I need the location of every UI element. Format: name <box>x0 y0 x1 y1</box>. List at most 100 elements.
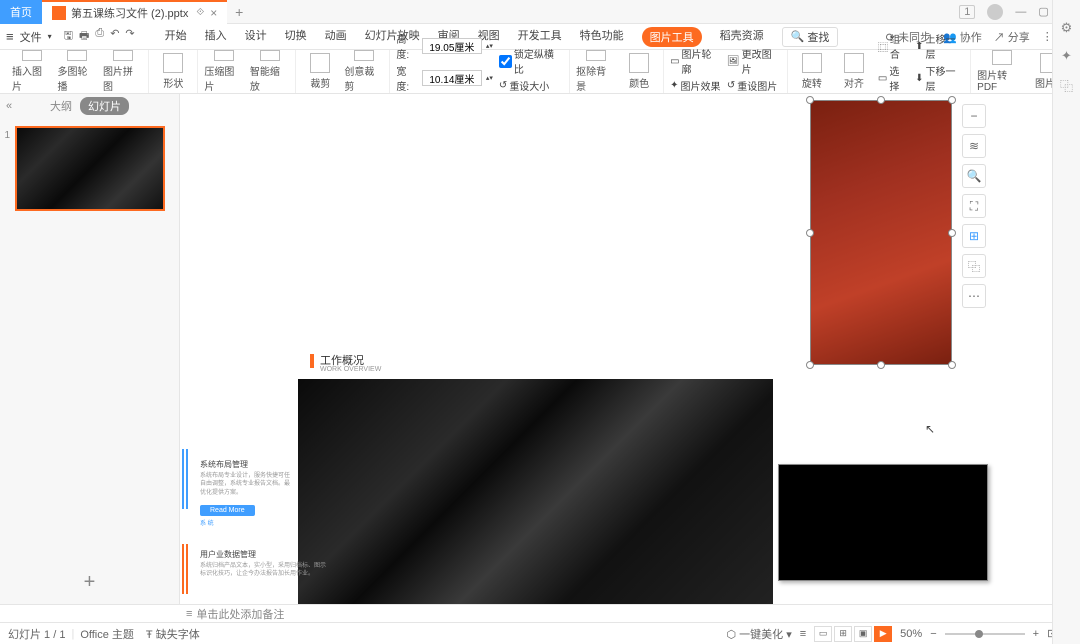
add-slide-button[interactable]: + <box>0 561 179 604</box>
bring-forward-button[interactable]: ⬆ 上移一层 <box>915 31 964 61</box>
handle-ml[interactable] <box>806 229 814 237</box>
width-input[interactable] <box>422 70 482 86</box>
insert-image-button[interactable]: 插入图片 <box>12 50 51 93</box>
handle-tl[interactable] <box>806 96 814 104</box>
add-tab-button[interactable]: + <box>227 4 251 20</box>
handle-tm[interactable] <box>877 96 885 104</box>
slides-tab[interactable]: 幻灯片 <box>80 97 129 115</box>
canvas[interactable]: − ≋ 🔍 ⛶ ⊞ ⿻ ⋯ 工作概况 WORK OVERVIEW 系统布局管理 … <box>180 94 1080 604</box>
tab-devtools[interactable]: 开发工具 <box>518 27 562 47</box>
ft-crop-icon[interactable]: ⛶ <box>962 194 986 218</box>
view-sorter-button[interactable]: ⊞ <box>834 626 852 642</box>
collapse-icon[interactable]: « <box>6 100 12 112</box>
undo-icon[interactable]: ↶ <box>110 27 119 46</box>
height-input[interactable] <box>422 38 482 54</box>
multi-image-button[interactable]: 多图轮播 <box>57 50 96 93</box>
handle-bm[interactable] <box>877 361 885 369</box>
height-stepper[interactable]: ▴▾ <box>486 42 493 50</box>
smart-zoom-button[interactable]: 智能缩放 <box>250 50 289 93</box>
zoom-out-button[interactable]: − <box>930 628 936 640</box>
menu-icon[interactable]: ≡ <box>800 628 806 640</box>
rail-copy-icon[interactable]: ⿻ <box>1058 76 1076 94</box>
image-to-pdf-button[interactable]: 图片转PDF <box>977 50 1026 93</box>
tab-design[interactable]: 设计 <box>245 27 267 47</box>
file-dropdown-icon[interactable]: ▾ <box>48 32 52 41</box>
collage-button[interactable]: 图片拼图 <box>103 50 142 93</box>
outline-button[interactable]: ▭ 图片轮廓 <box>670 46 721 76</box>
zoom-in-button[interactable]: + <box>1033 628 1039 640</box>
tab-transition[interactable]: 切换 <box>285 27 307 47</box>
tab-start[interactable]: 开始 <box>165 27 187 47</box>
share-label[interactable]: ↗ 分享 <box>994 29 1030 45</box>
tab-picture-tools[interactable]: 图片工具 <box>642 27 702 47</box>
ft-minus-button[interactable]: − <box>962 104 986 128</box>
save-icon[interactable]: 🖫 <box>64 27 73 46</box>
file-menu[interactable]: 文件 <box>20 29 42 45</box>
minimize-button[interactable]: — <box>1015 6 1026 18</box>
view-normal-button[interactable]: ▭ <box>814 626 832 642</box>
thumb-number: 1 <box>5 130 11 141</box>
hamburger-icon[interactable]: ≡ <box>6 29 14 44</box>
reset-size-button[interactable]: ↺ 重设大小 <box>499 78 563 93</box>
compress-button[interactable]: 压缩图片 <box>204 50 243 93</box>
tab-animation[interactable]: 动画 <box>325 27 347 47</box>
tab-insert[interactable]: 插入 <box>205 27 227 47</box>
ft-copy-icon[interactable]: ⿻ <box>962 254 986 278</box>
print-icon[interactable]: 🖶 <box>79 27 89 46</box>
ft-more-icon[interactable]: ⋯ <box>962 284 986 308</box>
rotate-button[interactable]: 旋转 <box>794 50 830 93</box>
pin-icon[interactable]: ⟐ <box>196 7 204 18</box>
crop-button[interactable]: 裁剪 <box>302 50 338 93</box>
outline-tab[interactable]: 大纲 <box>50 98 72 114</box>
rail-magic-icon[interactable]: ✦ <box>1058 48 1076 66</box>
ft-zoom-icon[interactable]: 🔍 <box>962 164 986 188</box>
maximize-button[interactable]: ▢ <box>1038 5 1048 18</box>
view-reading-button[interactable]: ▣ <box>854 626 872 642</box>
content-block-1[interactable]: 系统布局管理 系统布局专业设计，服务快捷可任 自由调整，系统专业报告文档。最 优… <box>200 459 290 527</box>
view-slideshow-button[interactable]: ▶ <box>874 626 892 642</box>
preview-overlay[interactable] <box>778 464 988 581</box>
preview-icon[interactable]: ⎙ <box>95 27 104 46</box>
reset-pic-button[interactable]: ↺ 重设图片 <box>727 78 781 93</box>
missing-font-label[interactable]: Ŧ 缺失字体 <box>146 626 200 642</box>
readmore-button[interactable]: Read More <box>200 505 255 516</box>
selected-image[interactable] <box>810 100 952 365</box>
lock-ratio-checkbox[interactable]: 锁定纵横比 <box>499 46 563 76</box>
creative-crop-button[interactable]: 创意裁剪 <box>344 50 383 93</box>
rail-settings-icon[interactable]: ⚙ <box>1058 20 1076 38</box>
zoom-slider[interactable] <box>945 633 1025 635</box>
notes-bar[interactable]: ≡ 单击此处添加备注 <box>0 604 1080 622</box>
search-button[interactable]: 🔍 查找 <box>782 27 839 47</box>
width-stepper[interactable]: ▴▾ <box>486 74 493 82</box>
slide-thumbnail-1[interactable]: 1 <box>15 126 165 211</box>
handle-mr[interactable] <box>948 229 956 237</box>
remove-bg-button[interactable]: 抠除背景 <box>576 50 615 93</box>
handle-br[interactable] <box>948 361 956 369</box>
zoom-label[interactable]: 50% <box>900 628 922 640</box>
beautify-button[interactable]: ⬡ 一键美化 ▾ <box>727 626 792 642</box>
tab-features[interactable]: 特色功能 <box>580 27 624 47</box>
close-tab-icon[interactable]: × <box>210 6 217 20</box>
shape-button[interactable]: 形状 <box>155 50 191 93</box>
redo-icon[interactable]: ↷ <box>125 27 134 46</box>
canyon-image[interactable] <box>298 379 773 604</box>
color-button[interactable]: 颜色 <box>621 50 657 93</box>
handle-tr[interactable] <box>948 96 956 104</box>
file-tab[interactable]: 第五课练习文件 (2).pptx ⟐ × <box>42 0 227 24</box>
align-button[interactable]: 对齐 <box>836 50 872 93</box>
group-button[interactable]: ⿴ 组合 <box>878 31 909 61</box>
user-avatar-icon[interactable] <box>987 4 1003 20</box>
menu-tabs: 开始 插入 设计 切换 动画 幻灯片放映 审阅 视图 开发工具 特色功能 图片工… <box>165 27 839 47</box>
change-pic-button[interactable]: 🖼 更改图片 <box>727 46 781 76</box>
home-tab[interactable]: 首页 <box>0 0 42 24</box>
ft-grid-icon[interactable]: ⊞ <box>962 224 986 248</box>
zoom-handle[interactable] <box>975 630 983 638</box>
content-block-2[interactable]: 用户业数据管理 系统归档产品文本，实小型，采用归档标、图示 标识化技巧，让企今办… <box>200 549 326 579</box>
tab-docer[interactable]: 稻壳资源 <box>720 27 764 47</box>
send-backward-button[interactable]: ⬇ 下移一层 <box>915 63 964 93</box>
ft-layers-icon[interactable]: ≋ <box>962 134 986 158</box>
work-overview-subtitle[interactable]: WORK OVERVIEW <box>320 366 381 373</box>
effect-button[interactable]: ✦ 图片效果 <box>670 78 721 93</box>
select-button[interactable]: ▭ 选择 <box>878 63 909 93</box>
handle-bl[interactable] <box>806 361 814 369</box>
